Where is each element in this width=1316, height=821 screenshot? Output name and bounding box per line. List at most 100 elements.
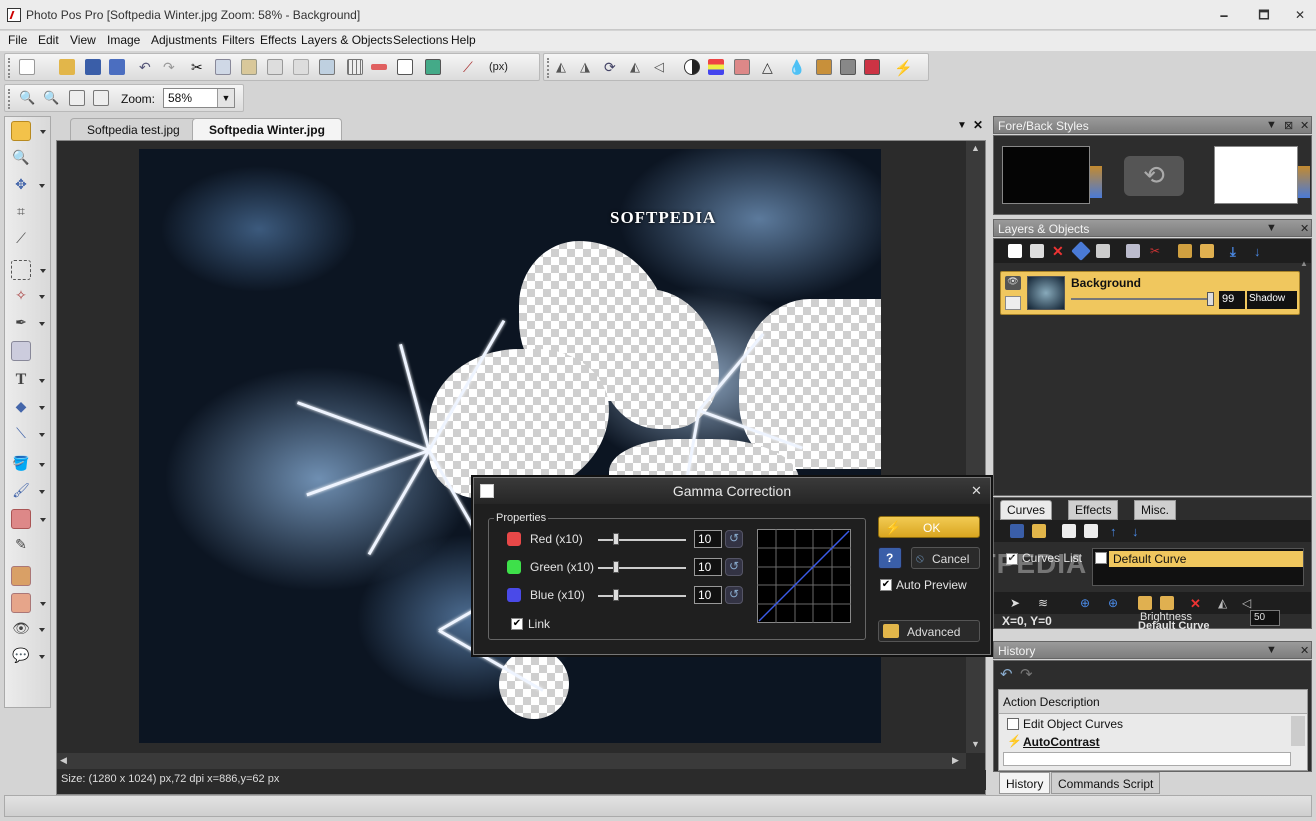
open-curve-icon[interactable] [1032,524,1046,538]
red-eye-tool-icon[interactable]: 👁 [11,620,45,640]
menu-filters[interactable]: Filters [222,33,255,47]
hue-saturation-icon[interactable] [734,59,750,75]
cancel-button[interactable]: ⦸ Cancel [911,547,980,569]
measure-icon[interactable]: ⟋ [463,59,479,75]
menu-view[interactable]: View [70,33,96,47]
tab-history[interactable]: History [999,772,1051,794]
layers-close-icon[interactable]: ✕ [1300,222,1309,235]
move-tool-icon[interactable]: ✥ [11,176,45,196]
group-icon[interactable] [1178,244,1192,258]
shape-tool-icon[interactable]: ◆ [11,398,45,418]
scroll-down-icon[interactable]: ▼ [971,739,980,749]
close-button[interactable]: ✕ [1286,6,1314,24]
history-menu-icon[interactable]: ▼ [1266,644,1277,656]
curves-list[interactable]: Default Curve [1092,548,1304,586]
history-item-current[interactable]: AutoContrast [1023,735,1100,749]
menu-help[interactable]: Help [451,33,476,47]
levels-icon[interactable]: △ [762,59,778,75]
cut-icon[interactable]: ✂ [191,59,207,75]
save-all-icon[interactable] [109,59,125,75]
paste-new-icon[interactable] [267,59,283,75]
green-value[interactable]: 10 [694,558,722,576]
mirror-2-icon[interactable]: ◁ [654,59,670,75]
move-layer-bottom-icon[interactable]: ↓ [1254,244,1268,259]
ruler-icon[interactable] [371,64,387,70]
merge-icon[interactable] [1126,244,1140,258]
save-curve-icon[interactable] [1010,524,1024,538]
opacity-value[interactable]: 99 [1219,291,1245,309]
toolbar-grip-2[interactable] [547,58,551,78]
toolbar-grip[interactable] [8,58,12,78]
stamp-tool-icon[interactable] [11,566,31,586]
clone-tool-icon[interactable] [11,341,31,361]
opacity-slider[interactable] [1071,298,1213,300]
effect-photo-3-icon[interactable] [864,59,880,75]
eyedropper-tool-icon[interactable]: ✎ [11,536,31,556]
curve-up2-icon[interactable]: ⊕ [1108,596,1122,610]
hand-tool-icon[interactable] [11,121,46,141]
rotate-icon[interactable]: ⟳ [604,59,620,75]
zoom-actual-icon[interactable] [69,90,85,106]
blue-value[interactable]: 10 [694,586,722,604]
line-tool-icon[interactable]: ⟍ [11,425,45,445]
red-slider-thumb[interactable] [613,533,619,545]
foreground-options-icon[interactable] [1090,166,1102,198]
help-button[interactable]: ? [878,547,902,569]
dialog-close-icon[interactable]: ✕ [971,483,982,499]
copy-icon[interactable] [215,59,231,75]
duplicate-layer-icon[interactable] [1030,244,1044,258]
zoom-out-icon[interactable]: 🔍 [43,90,59,106]
curve-item-default[interactable]: Default Curve [1109,551,1303,567]
contrast-icon[interactable] [684,59,700,75]
history-item[interactable]: Edit Object Curves [1023,717,1123,731]
curve-up-icon[interactable]: ↑ [1110,524,1124,539]
scroll-right-icon[interactable]: ▶ [952,755,959,766]
mirror-icon[interactable]: ◭ [630,59,646,75]
curve-group-icon[interactable] [1138,596,1152,610]
red-slider[interactable] [598,539,686,541]
undo-icon[interactable]: ↶ [139,59,155,75]
scroll-left-icon[interactable]: ◀ [60,755,67,766]
curve-pointer-icon[interactable]: ➤ [1010,596,1024,610]
blue-slider[interactable] [598,595,686,597]
zoom-fit-icon[interactable] [93,90,109,106]
history-redo-icon[interactable]: ↷ [1020,665,1033,683]
flip-horizontal-icon[interactable]: ◭ [556,59,572,75]
menu-effects[interactable]: Effects [260,33,296,47]
advanced-button[interactable]: Advanced [878,620,980,642]
menu-file[interactable]: File [8,33,27,47]
flatten-icon[interactable]: ✂ [1150,244,1164,258]
image-size-icon[interactable] [425,59,441,75]
layer-properties-icon[interactable] [1071,241,1091,261]
green-slider-thumb[interactable] [613,561,619,573]
panel-menu-icon[interactable]: ▼ [1266,119,1277,131]
history-vscroll[interactable] [1291,716,1305,746]
opacity-thumb[interactable] [1207,292,1214,306]
background-swatch[interactable] [1214,146,1298,204]
new-icon[interactable] [19,59,35,75]
green-slider[interactable] [598,567,686,569]
new-curve-icon[interactable] [1062,524,1076,538]
flip-vertical-icon[interactable]: ◮ [580,59,596,75]
effect-photo-2-icon[interactable] [840,59,856,75]
history-undo-icon[interactable]: ↶ [1000,665,1013,683]
ungroup-icon[interactable] [1200,244,1214,258]
menu-image[interactable]: Image [107,33,140,47]
history-close-icon[interactable]: ✕ [1300,644,1309,657]
curve-flip-v-icon[interactable]: ◁ [1242,596,1256,610]
crop-tool-icon[interactable]: ⌗ [11,203,31,223]
menu-adjustments[interactable]: Adjustments [151,33,217,47]
blue-slider-thumb[interactable] [613,589,619,601]
canvas-vertical-scrollbar[interactable]: ▲ ▼ [966,141,985,753]
menu-layers-objects[interactable]: Layers & Objects [301,33,392,47]
canvas-horizontal-scrollbar[interactable]: ◀ ▶ [57,753,966,769]
history-hscroll[interactable] [1003,752,1291,766]
red-reset-icon[interactable] [725,530,743,548]
red-value[interactable]: 10 [694,530,722,548]
effect-photo-icon[interactable] [816,59,832,75]
move-layer-down-icon[interactable]: ⤓ [1230,244,1244,259]
curve-next-icon[interactable]: ⊕ [1080,596,1094,610]
clear-icon[interactable] [293,59,309,75]
drop-icon[interactable]: 💧 [788,59,805,75]
curve-flip-h-icon[interactable]: ◭ [1218,596,1232,610]
